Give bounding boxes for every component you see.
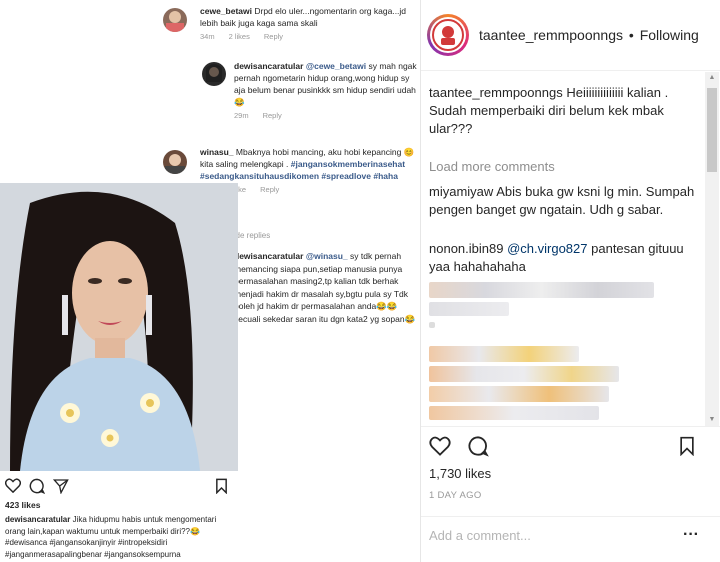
mention-link[interactable]: @ch.virgo827 (507, 241, 587, 256)
load-more-comments-button[interactable]: Load more comments (429, 158, 555, 176)
comment-username[interactable]: winasu_ (200, 147, 234, 157)
blurred-line (429, 322, 435, 328)
comment-miyamiyaw: miyamiyaw Abis buka gw ksni lg min. Sump… (429, 183, 701, 219)
comment-icon[interactable] (29, 478, 46, 499)
reply-button[interactable]: Reply (264, 32, 283, 41)
instagram-post-panel: taantee_remmpoonngs • Following taantee_… (420, 0, 720, 562)
blurred-line (429, 386, 609, 402)
comment-time: 34m (200, 32, 215, 41)
blurred-line (429, 346, 579, 362)
likes-count[interactable]: 423 likes (5, 500, 40, 510)
avatar[interactable] (163, 8, 187, 32)
share-icon[interactable] (52, 478, 69, 499)
comment-divider (421, 516, 720, 517)
blurred-line (429, 302, 509, 316)
woman-portrait-image (0, 183, 238, 471)
header-username[interactable]: taantee_remmpoonngs (479, 27, 623, 43)
heart-icon[interactable] (429, 436, 451, 461)
comment-username[interactable]: dewisancaratular (234, 251, 303, 261)
avatar-ring (430, 17, 466, 53)
bookmark-icon[interactable] (215, 478, 228, 499)
following-button[interactable]: Following (640, 27, 699, 43)
reply-button[interactable]: Reply (263, 111, 282, 120)
add-comment-placeholder: Add a comment... (429, 528, 531, 543)
comment-cewe-betawi: cewe_betawi Drpd elo uler...ngomentarin … (200, 5, 420, 43)
avatar[interactable] (163, 150, 187, 174)
header-separator: • (628, 27, 634, 43)
avatar-image (165, 154, 185, 174)
scrollbar-thumb[interactable] (707, 88, 717, 172)
comment-text: sy tdk pernah memancing siapa pun,setiap… (234, 251, 416, 324)
blurred-line (429, 282, 654, 298)
more-options-icon[interactable]: ··· (683, 526, 699, 544)
blurred-line (429, 406, 599, 420)
profile-avatar[interactable] (427, 14, 469, 56)
comment-dewisancaratular-2: dewisancaratular @winasu_ sy tdk pernah … (234, 250, 420, 325)
comment-likes[interactable]: 2 likes (229, 32, 250, 41)
comment-dewisancaratular-1: dewisancaratular @cewe_betawi sy mah nga… (234, 60, 420, 122)
caption-username[interactable]: dewisancaratular (5, 515, 70, 524)
bookmark-icon[interactable] (679, 436, 695, 461)
header-divider (421, 70, 720, 71)
mention-link[interactable]: @winasu_ (306, 251, 348, 261)
avatar-image (206, 64, 222, 82)
caption-comment: taantee_remmpoonngs Heiiiiiiiiiiiiii kal… (429, 84, 701, 138)
profile-logo-icon (432, 19, 464, 51)
comment-icon[interactable] (467, 435, 489, 462)
post-caption: dewisancaratular Jika hidupmu habis untu… (5, 514, 230, 560)
post-photo[interactable] (0, 183, 238, 471)
comment-nonon: nonon.ibin89 @ch.virgo827 pantesan gituu… (429, 240, 701, 276)
post-header: taantee_remmpoonngs • Following (479, 27, 699, 43)
scroll-up-arrow-icon[interactable]: ▲ (705, 72, 719, 84)
caption-username[interactable]: taantee_remmpoonngs (429, 85, 563, 100)
comment-username[interactable]: nonon.ibin89 (429, 241, 503, 256)
scrollbar[interactable]: ▲ ▼ (705, 72, 719, 426)
avatar[interactable] (202, 62, 226, 86)
comment-time: 29m (234, 111, 249, 120)
likes-count[interactable]: 1,730 likes (429, 466, 491, 481)
reply-button[interactable]: Reply (260, 185, 279, 194)
scroll-down-arrow-icon[interactable]: ▼ (705, 414, 719, 426)
actions-divider (421, 426, 720, 427)
heart-icon[interactable] (4, 478, 22, 498)
blurred-line (429, 366, 619, 382)
comment-username[interactable]: miyamiyaw (429, 184, 493, 199)
mention-link[interactable]: @cewe_betawi (306, 61, 366, 71)
comment-username[interactable]: dewisancaratular (234, 61, 303, 71)
post-date: 1 DAY AGO (429, 490, 482, 501)
comment-username[interactable]: cewe_betawi (200, 6, 252, 16)
add-comment-input[interactable]: Add a comment... (429, 528, 659, 543)
avatar-image (166, 11, 184, 32)
